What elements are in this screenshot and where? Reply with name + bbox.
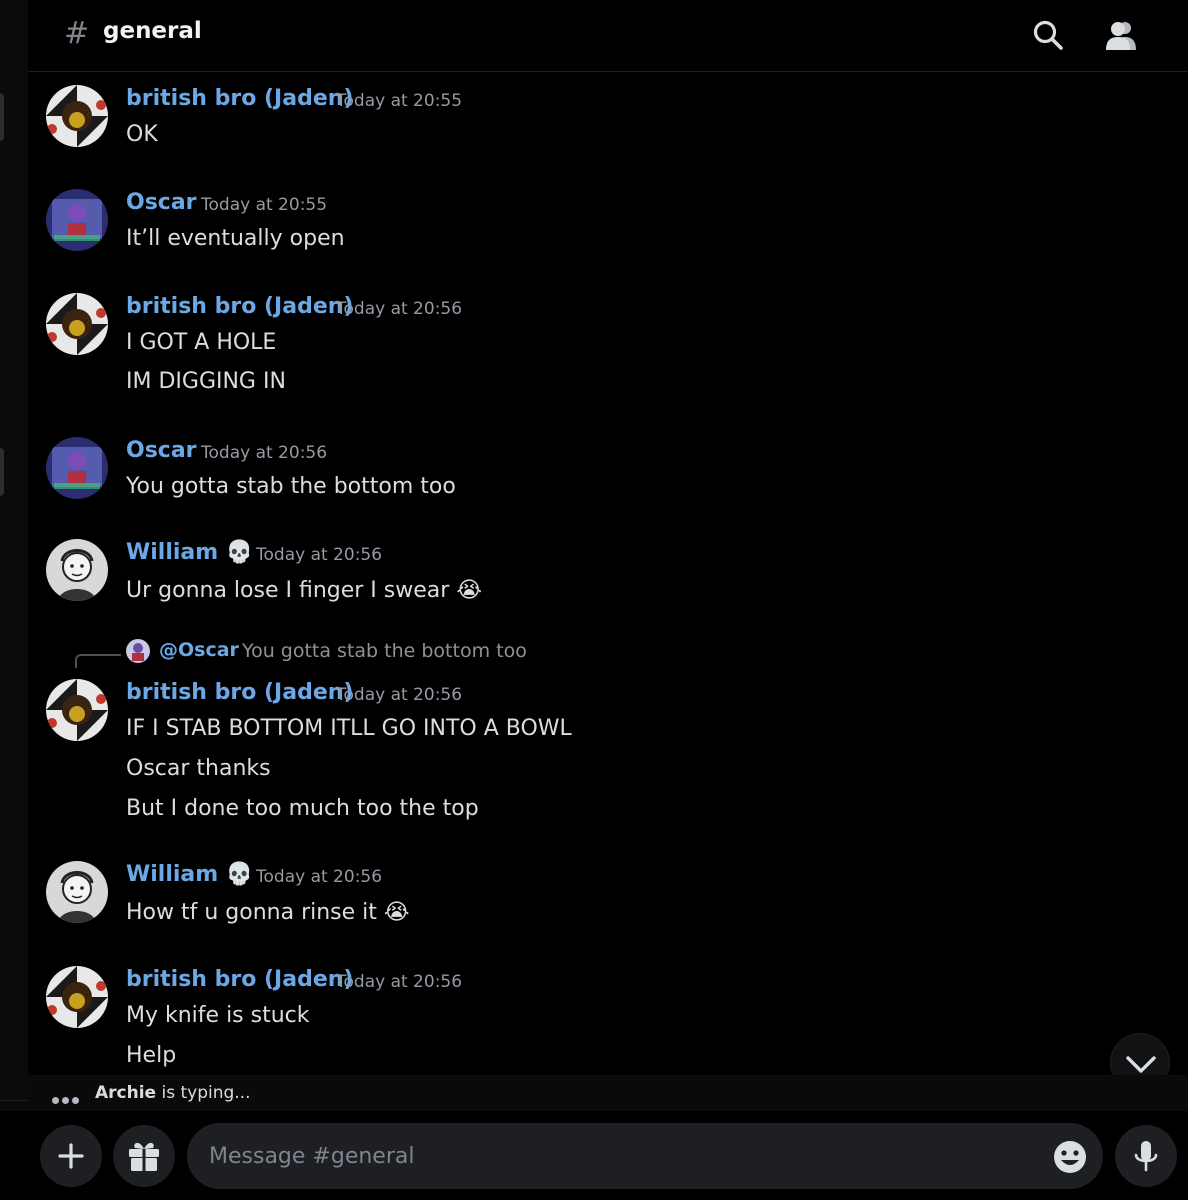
reply-preview[interactable]: @Oscar You gotta stab the bottom too: [28, 637, 1188, 668]
reply-connector: [75, 654, 121, 668]
message-text: Help: [126, 1043, 177, 1068]
gift-icon: [129, 1142, 159, 1171]
server-rail: [0, 0, 28, 1200]
message-timestamp: Today at 20:55: [336, 91, 463, 111]
message-text: IM DIGGING IN: [126, 369, 286, 394]
message-username[interactable]: William 💀: [126, 540, 253, 565]
message-text: How tf u gonna rinse it 😭: [126, 900, 410, 925]
avatar-jaden[interactable]: [46, 293, 108, 355]
avatar-jaden[interactable]: [46, 679, 108, 741]
typing-text: Archie is typing...: [95, 1083, 251, 1103]
message-username[interactable]: british bro (Jaden): [126, 967, 353, 992]
typing-dots-icon: [52, 1089, 82, 1108]
message-username[interactable]: Oscar: [126, 190, 197, 215]
voice-message-button[interactable]: [1115, 1125, 1177, 1187]
message-input[interactable]: [187, 1123, 1103, 1189]
rail-tab-indicator[interactable]: [0, 448, 4, 496]
reply-username[interactable]: @Oscar: [159, 639, 239, 661]
message-username[interactable]: William 💀: [126, 862, 253, 887]
message-text: I GOT A HOLE: [126, 330, 277, 355]
message-timestamp: Today at 20:56: [336, 972, 463, 992]
message-text: It’ll eventually open: [126, 226, 345, 251]
message-text: OK: [126, 122, 158, 147]
skull-emoji: 💀: [225, 540, 254, 565]
message-username[interactable]: british bro (Jaden): [126, 680, 353, 705]
channel-header: # general: [28, 0, 1188, 72]
plus-icon: [58, 1143, 84, 1169]
add-attachment-button[interactable]: [40, 1125, 102, 1187]
message-username[interactable]: british bro (Jaden): [126, 294, 353, 319]
reply-text[interactable]: You gotta stab the bottom too: [242, 640, 527, 662]
avatar-jaden[interactable]: [46, 85, 108, 147]
message-timestamp: Today at 20:56: [256, 867, 383, 887]
rail-tab-indicator[interactable]: [0, 93, 4, 141]
rail-divider: [0, 1100, 28, 1101]
message-text: Ur gonna lose I finger I swear 😭: [126, 578, 483, 603]
message-timestamp: Today at 20:55: [201, 195, 328, 215]
message-composer: [0, 1111, 1188, 1200]
hash-icon: #: [64, 16, 90, 51]
gift-button[interactable]: [113, 1125, 175, 1187]
message-list: british bro (Jaden) Today at 20:55 OK Os…: [28, 72, 1188, 1075]
message-timestamp: Today at 20:56: [201, 443, 328, 463]
sob-emoji: 😭: [383, 900, 410, 925]
sob-emoji: 😭: [456, 578, 483, 603]
message-timestamp: Today at 20:56: [336, 299, 463, 319]
avatar-oscar[interactable]: [46, 189, 108, 251]
avatar-oscar[interactable]: [46, 437, 108, 499]
search-icon[interactable]: [1028, 16, 1068, 56]
avatar-william[interactable]: [46, 861, 108, 923]
microphone-icon: [1134, 1141, 1158, 1172]
avatar-william[interactable]: [46, 539, 108, 601]
message-username[interactable]: british bro (Jaden): [126, 86, 353, 111]
message-timestamp: Today at 20:56: [336, 685, 463, 705]
message-timestamp: Today at 20:56: [256, 545, 383, 565]
avatar-oscar-small: [126, 639, 150, 663]
channel-name: general: [103, 18, 202, 44]
typing-indicator: Archie is typing...: [28, 1075, 1188, 1111]
skull-emoji: 💀: [225, 862, 254, 887]
message-text: You gotta stab the bottom too: [126, 474, 456, 499]
message-text: IF I STAB BOTTOM ITLL GO INTO A BOWL: [126, 716, 572, 741]
message-username[interactable]: Oscar: [126, 438, 197, 463]
members-icon[interactable]: [1102, 16, 1142, 56]
message-text: My knife is stuck: [126, 1003, 310, 1028]
message-text: Oscar thanks: [126, 756, 271, 781]
emoji-icon[interactable]: [1050, 1137, 1090, 1177]
avatar-jaden[interactable]: [46, 966, 108, 1028]
message-text: But I done too much too the top: [126, 796, 479, 821]
